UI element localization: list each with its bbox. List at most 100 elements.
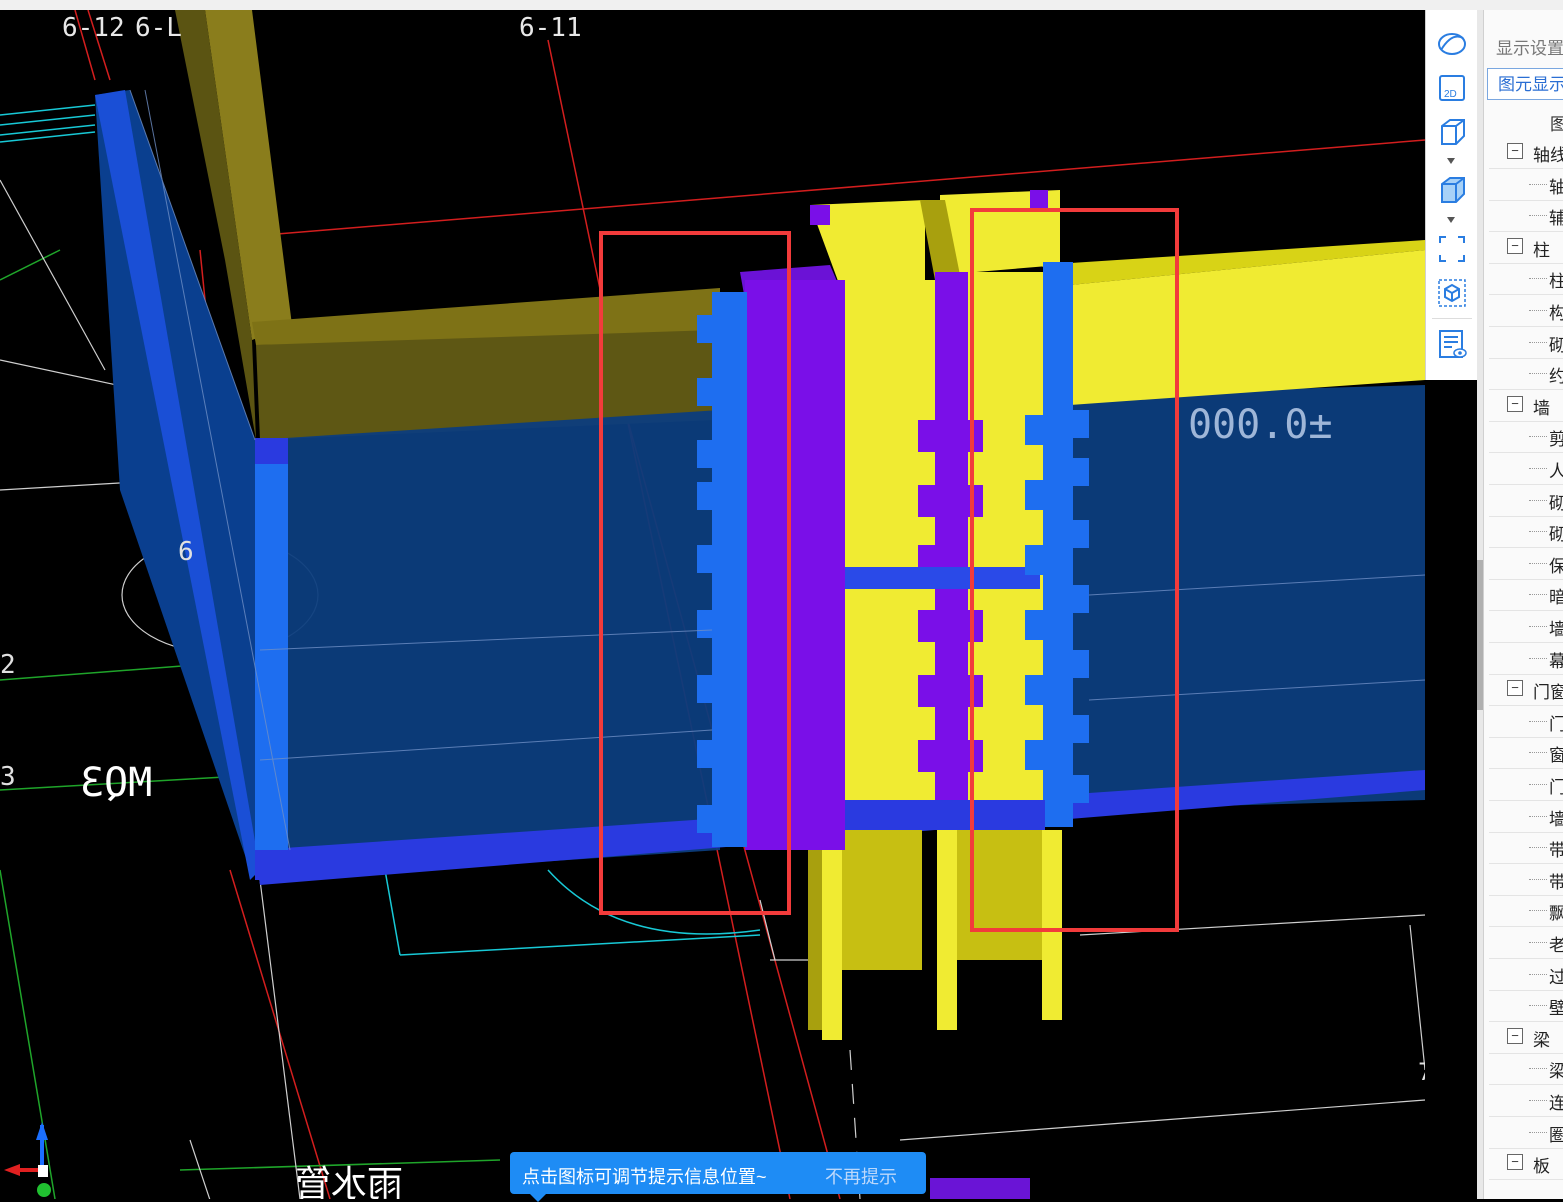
blue-wall-right[interactable] [1070,385,1425,810]
top-bar [0,0,1563,10]
tree-item-row[interactable]: 幕 [1489,643,1563,675]
tree-item-row[interactable]: 砌 [1489,516,1563,549]
yellow-column-lower-1 [822,830,842,1040]
collapse-toggle-icon[interactable]: − [1507,395,1523,412]
cube-view-dropdown-icon[interactable] [1444,156,1458,166]
tree-item-row[interactable]: 辅 [1489,200,1563,233]
shaded-view-button[interactable] [1434,172,1470,208]
cube-view-icon [1441,119,1465,145]
tree-item-row[interactable]: 柱 [1489,263,1563,296]
tree-item-row[interactable]: 带 [1489,864,1563,896]
tree-item-row[interactable]: 老 [1489,927,1563,959]
tree-item-row[interactable]: 带 [1489,832,1563,865]
collapse-toggle-icon[interactable]: − [1507,1154,1523,1171]
tree-item-row[interactable]: 壁 [1489,990,1563,1023]
axis-label-6-l: 6-L [135,13,182,43]
tree-item-row[interactable]: 圈 [1489,1117,1563,1149]
element-view-button[interactable] [1434,275,1470,311]
tree-item-row[interactable]: 砌 [1489,485,1563,517]
svg-text:2D: 2D [1444,89,1457,100]
tree-connector [1529,183,1547,185]
blue-column-strip-right [1043,262,1073,827]
tree-item-label: 墙 [1549,615,1563,640]
tree-connector [1529,973,1547,975]
orbit-button[interactable] [1434,26,1470,62]
orbit-icon [1438,33,1466,55]
tree-item-row[interactable]: 墙 [1489,611,1563,643]
tree-connector [1529,1005,1547,1007]
tree-category-label: 轴线 [1533,146,1563,165]
collapse-toggle-icon[interactable]: − [1507,1027,1523,1044]
tree-connector [1529,468,1547,469]
tab-element-display[interactable]: 图元显示 [1487,68,1563,100]
tree-category-row[interactable]: −轴线 [1489,137,1563,169]
axis-label-6-12: 6-12 [62,13,125,43]
collapse-toggle-icon[interactable]: − [1507,143,1523,159]
element-view-icon [1438,279,1466,307]
tree-item-row[interactable]: 过 [1489,959,1563,991]
tree-connector [1529,341,1547,343]
view-toolbar: 2D [1425,10,1479,380]
tree-item-row[interactable]: 砌 [1489,327,1563,359]
tree-item-row[interactable]: 约 [1489,358,1563,391]
shaded-view-dropdown-icon[interactable] [1444,215,1458,225]
tree-category-row[interactable]: − 板 [1489,1148,1563,1181]
collapse-toggle-icon[interactable]: − [1507,237,1523,254]
collapse-toggle-icon[interactable]: − [1507,680,1523,697]
tree-item-row[interactable]: 保 [1489,548,1563,580]
tree-category-label: 柱 [1533,240,1550,260]
blue-crossbar [845,567,1040,589]
tree-item-label: 砌 [1549,489,1563,514]
display-settings-button[interactable] [1434,326,1470,362]
tree-item-row[interactable]: 门 [1489,769,1563,801]
dismiss-hint-button[interactable]: 不再提示 [825,1163,897,1189]
tree-item-row[interactable]: 人 [1489,453,1563,485]
tree-item-label: 门 [1549,773,1563,798]
tree-item-row[interactable]: 飘 [1489,895,1563,928]
2d-view-icon: 2D [1439,75,1465,101]
tree-item-row[interactable]: 轴 [1489,169,1563,201]
tree-item-label: 连 [1549,1089,1563,1114]
tree-category-row[interactable]: − 梁 [1489,1022,1563,1054]
panel-title: 显示设置 [1496,39,1563,58]
yellow-column-lower-4 [957,830,1042,960]
tree-category-row[interactable]: − 柱 [1489,232,1563,264]
shaded-cube-icon [1441,177,1465,203]
tree-item-label: 砌 [1549,520,1563,545]
elevation-text: ±0.000 [1188,402,1333,448]
tree-connector [1529,1131,1547,1133]
blue-wall-left[interactable] [255,410,720,880]
tree-item-row[interactable]: 连 [1489,1085,1563,1117]
tree-item-row[interactable]: 构 [1489,295,1563,327]
purple-bottom-block [930,1178,1030,1199]
hint-message: 点击图标可调节提示信息位置~ [522,1167,767,1187]
tree-category-row[interactable]: −门窗 [1489,674,1563,707]
tree-item-row[interactable]: 暗 [1489,579,1563,612]
tree-connector [1529,815,1547,817]
3d-viewport[interactable]: 6-12 6-L 6-11 ±0.000 MQ3 雨水管 6 2 3 7200 [0,10,1425,1199]
axis-label-6-11: 6-11 [519,13,582,43]
display-settings-panel: 显示设置 图元显示 图 −轴线轴辅−柱柱构砌约−墙剪人砌砌保暗墙幕−门窗门窗门墙… [1483,10,1563,1199]
hint-tooltip[interactable]: 点击图标可调节提示信息位置~ 不再提示 [510,1152,926,1202]
tree-item-label: 轴 [1549,173,1563,198]
tree-item-row[interactable]: 梁 [1489,1053,1563,1086]
tree-item-row[interactable]: 剪 [1489,421,1563,454]
tree-connector [1529,310,1547,311]
zoom-extents-icon [1439,236,1465,262]
tree-connector [1529,499,1547,501]
tree-item-row[interactable]: 墙 [1489,801,1563,833]
tree-item-label: 柱 [1549,267,1563,292]
model-scene[interactable] [0,10,1425,1199]
tree-item-label: 人 [1549,457,1563,482]
tree-category-label: 梁 [1533,1030,1550,1050]
cube-view-button[interactable] [1434,114,1470,150]
tree-item-row[interactable]: 窗 [1489,737,1563,770]
2d-view-button[interactable]: 2D [1434,70,1470,106]
yellow-column-lower-5 [1042,830,1062,1020]
toolbar-divider [1432,318,1472,319]
tree-item-label: 约 [1549,362,1563,387]
tree-category-row[interactable]: − 墙 [1489,390,1563,422]
zoom-extents-button[interactable] [1434,231,1470,267]
tree-item-row[interactable]: 门 [1489,706,1563,738]
purple-column-top-cap [810,205,830,225]
